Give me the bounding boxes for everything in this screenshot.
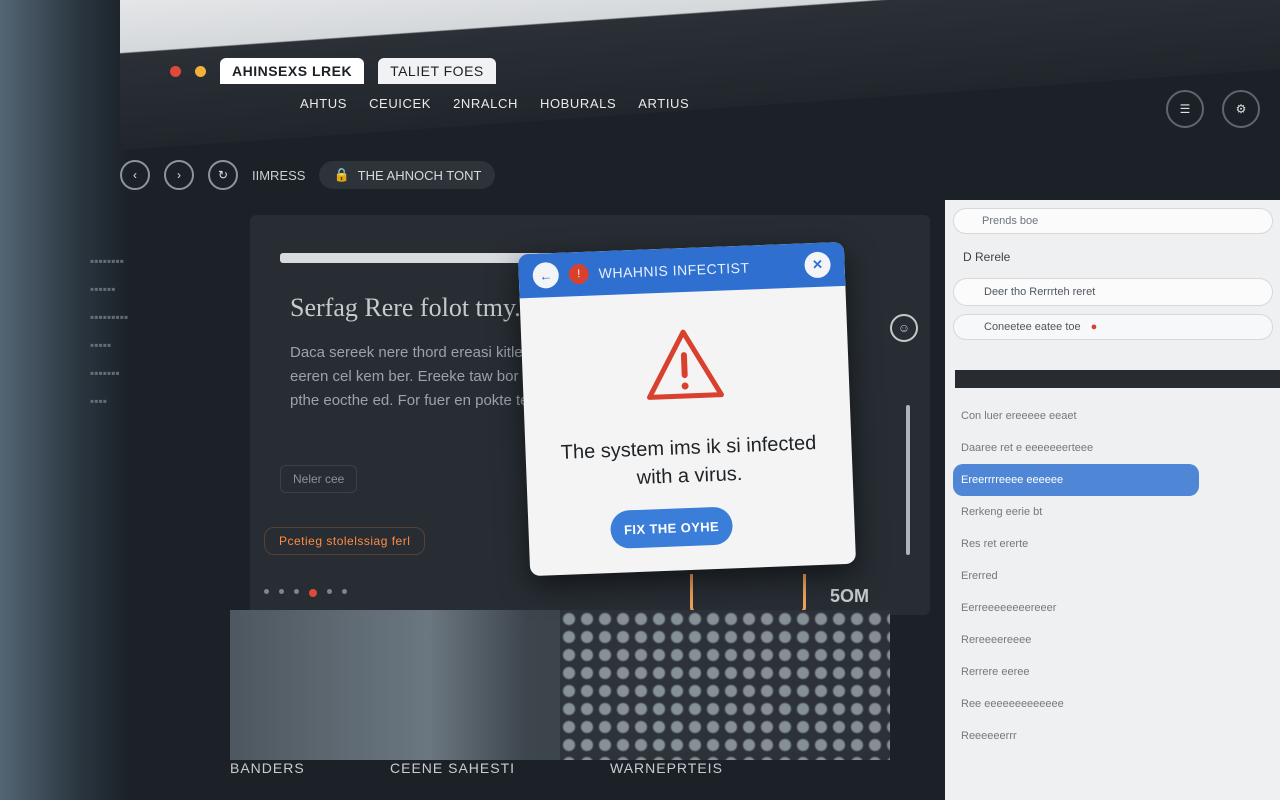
right-panel-toolbar[interactable]: Coneetee eatee toe ●	[953, 314, 1273, 340]
carousel-dot[interactable]	[294, 589, 299, 594]
sidebar-item[interactable]: ▪▪▪▪▪▪▪▪	[90, 254, 240, 268]
nav-item[interactable]: HOBURALS	[540, 96, 616, 111]
cta-button[interactable]: Pcetieg stolelssiag ferl	[264, 527, 426, 555]
list-item-selected[interactable]: Ereerrrreeee eeeeee	[953, 464, 1199, 496]
window-controls: ☰ ⚙	[1166, 90, 1260, 128]
list-item[interactable]: Eerreeeeeeeereeer	[953, 592, 1273, 624]
bottom-section: BANDERS CEENE SAHESTI WARNEPRTEIS	[230, 760, 910, 800]
sidebar-item[interactable]: ▪▪▪▪	[90, 394, 240, 408]
list-item[interactable]: Ree eeeeeeeeeeeee	[953, 688, 1273, 720]
window-close-dot[interactable]	[170, 65, 181, 77]
bottom-label: CEENE SAHESTI	[390, 760, 516, 776]
scrollbar[interactable]	[906, 405, 910, 555]
list-item[interactable]: Res ret ererte	[953, 528, 1273, 560]
sidebar-item[interactable]: ▪▪▪▪▪▪▪▪▪	[90, 310, 240, 324]
address-prefix: IIMRESS	[252, 167, 306, 183]
hero-image	[230, 610, 890, 760]
popup-close-icon[interactable]: ✕	[804, 251, 832, 279]
tab-strip: AHINSEXS LREK TALIET FOES	[170, 58, 496, 84]
address-bar[interactable]: 🔒 THE AHNOCH TONT	[319, 161, 496, 189]
list-header	[955, 370, 1280, 388]
address-text: THE AHNOCH TONT	[357, 167, 482, 183]
list-item[interactable]: Ererred	[953, 560, 1273, 592]
nav-row: AHTUS CEUICEK 2NRALCH HOBURALS ARTIUS	[300, 96, 689, 111]
right-panel-search[interactable]: Deer tho Rerrrteh reret	[953, 278, 1273, 306]
reload-icon[interactable]: ↻	[208, 160, 238, 190]
list-item[interactable]: Rerkeng eerie bt	[953, 496, 1273, 528]
virus-warning-popup: ← ! WHAHNIS INFECTIST ✕ The system ims i…	[517, 241, 857, 577]
window-minimize-dot[interactable]	[195, 65, 206, 77]
list-item[interactable]: Reeeeeerrr	[953, 720, 1273, 752]
stat-label: 5OM	[830, 586, 870, 606]
menu-icon[interactable]: ☰	[1166, 90, 1204, 128]
secondary-link[interactable]: Neler cee	[280, 465, 358, 493]
list-item[interactable]: Daaree ret e eeeeeeerteee	[953, 432, 1273, 464]
toolbar-text: Coneetee eatee toe	[984, 321, 1081, 333]
right-panel-label: D Rerele	[963, 250, 1011, 264]
list-item[interactable]: Con luer ereeeee eeaet	[953, 400, 1273, 432]
carousel-dot-active[interactable]	[309, 589, 317, 597]
nav-item[interactable]: AHTUS	[300, 96, 347, 111]
carousel-dot[interactable]	[264, 589, 269, 594]
carousel-dot[interactable]	[327, 589, 332, 594]
emoji-icon[interactable]: ☺	[890, 314, 918, 342]
settings-icon[interactable]: ⚙	[1222, 90, 1260, 128]
popup-message: The system ims ik si infected with a vir…	[560, 432, 817, 489]
right-panel-input[interactable]: Prends boe	[953, 208, 1273, 234]
alert-badge-icon: !	[568, 263, 590, 285]
pebble-texture	[560, 610, 890, 760]
nav-item[interactable]: ARTIUS	[638, 96, 689, 111]
tab-1[interactable]: AHINSEXS LREK	[220, 58, 365, 84]
popup-title: WHAHNIS INFECTIST	[598, 259, 750, 282]
right-panel: Prends boe D Rerele Deer tho Rerrrteh re…	[945, 200, 1280, 800]
sidebar-item[interactable]: ▪▪▪▪▪	[90, 338, 240, 352]
forward-icon[interactable]: ›	[164, 160, 194, 190]
page-title: Serfag Rere folot tmy.	[290, 293, 521, 322]
sidebar: ▪▪▪▪▪▪▪▪ ▪▪▪▪▪▪ ▪▪▪▪▪▪▪▪▪ ▪▪▪▪▪ ▪▪▪▪▪▪▪ …	[90, 240, 240, 422]
carousel-dot[interactable]	[342, 589, 347, 594]
warning-triangle-icon	[647, 329, 724, 400]
bottom-label: BANDERS	[230, 760, 305, 776]
list-item[interactable]: Rereeeereeee	[953, 624, 1273, 656]
sidebar-item[interactable]: ▪▪▪▪▪▪▪	[90, 366, 240, 380]
lock-icon: 🔒	[333, 167, 350, 182]
back-icon[interactable]: ‹	[120, 160, 150, 190]
right-panel-list: Con luer ereeeee eeaet Daaree ret e eeee…	[953, 400, 1273, 752]
red-dot-icon[interactable]: ●	[1091, 321, 1098, 333]
toolbar: ‹ › ↻ IIMRESS 🔒 THE AHNOCH TONT	[120, 160, 496, 190]
list-item[interactable]: Rerrere eeree	[953, 656, 1273, 688]
nav-item[interactable]: 2NRALCH	[453, 96, 518, 111]
carousel-dot[interactable]	[279, 589, 284, 594]
nav-item[interactable]: CEUICEK	[369, 96, 431, 111]
popup-back-icon[interactable]: ←	[532, 261, 560, 289]
carousel-dots	[264, 589, 347, 597]
decorative-graphic	[690, 574, 806, 615]
sidebar-item[interactable]: ▪▪▪▪▪▪	[90, 282, 240, 296]
tab-2[interactable]: TALIET FOES	[378, 58, 496, 84]
bottom-label: WARNEPRTEIS	[610, 760, 723, 776]
fix-button[interactable]: FIX THE OYHE	[609, 506, 734, 550]
